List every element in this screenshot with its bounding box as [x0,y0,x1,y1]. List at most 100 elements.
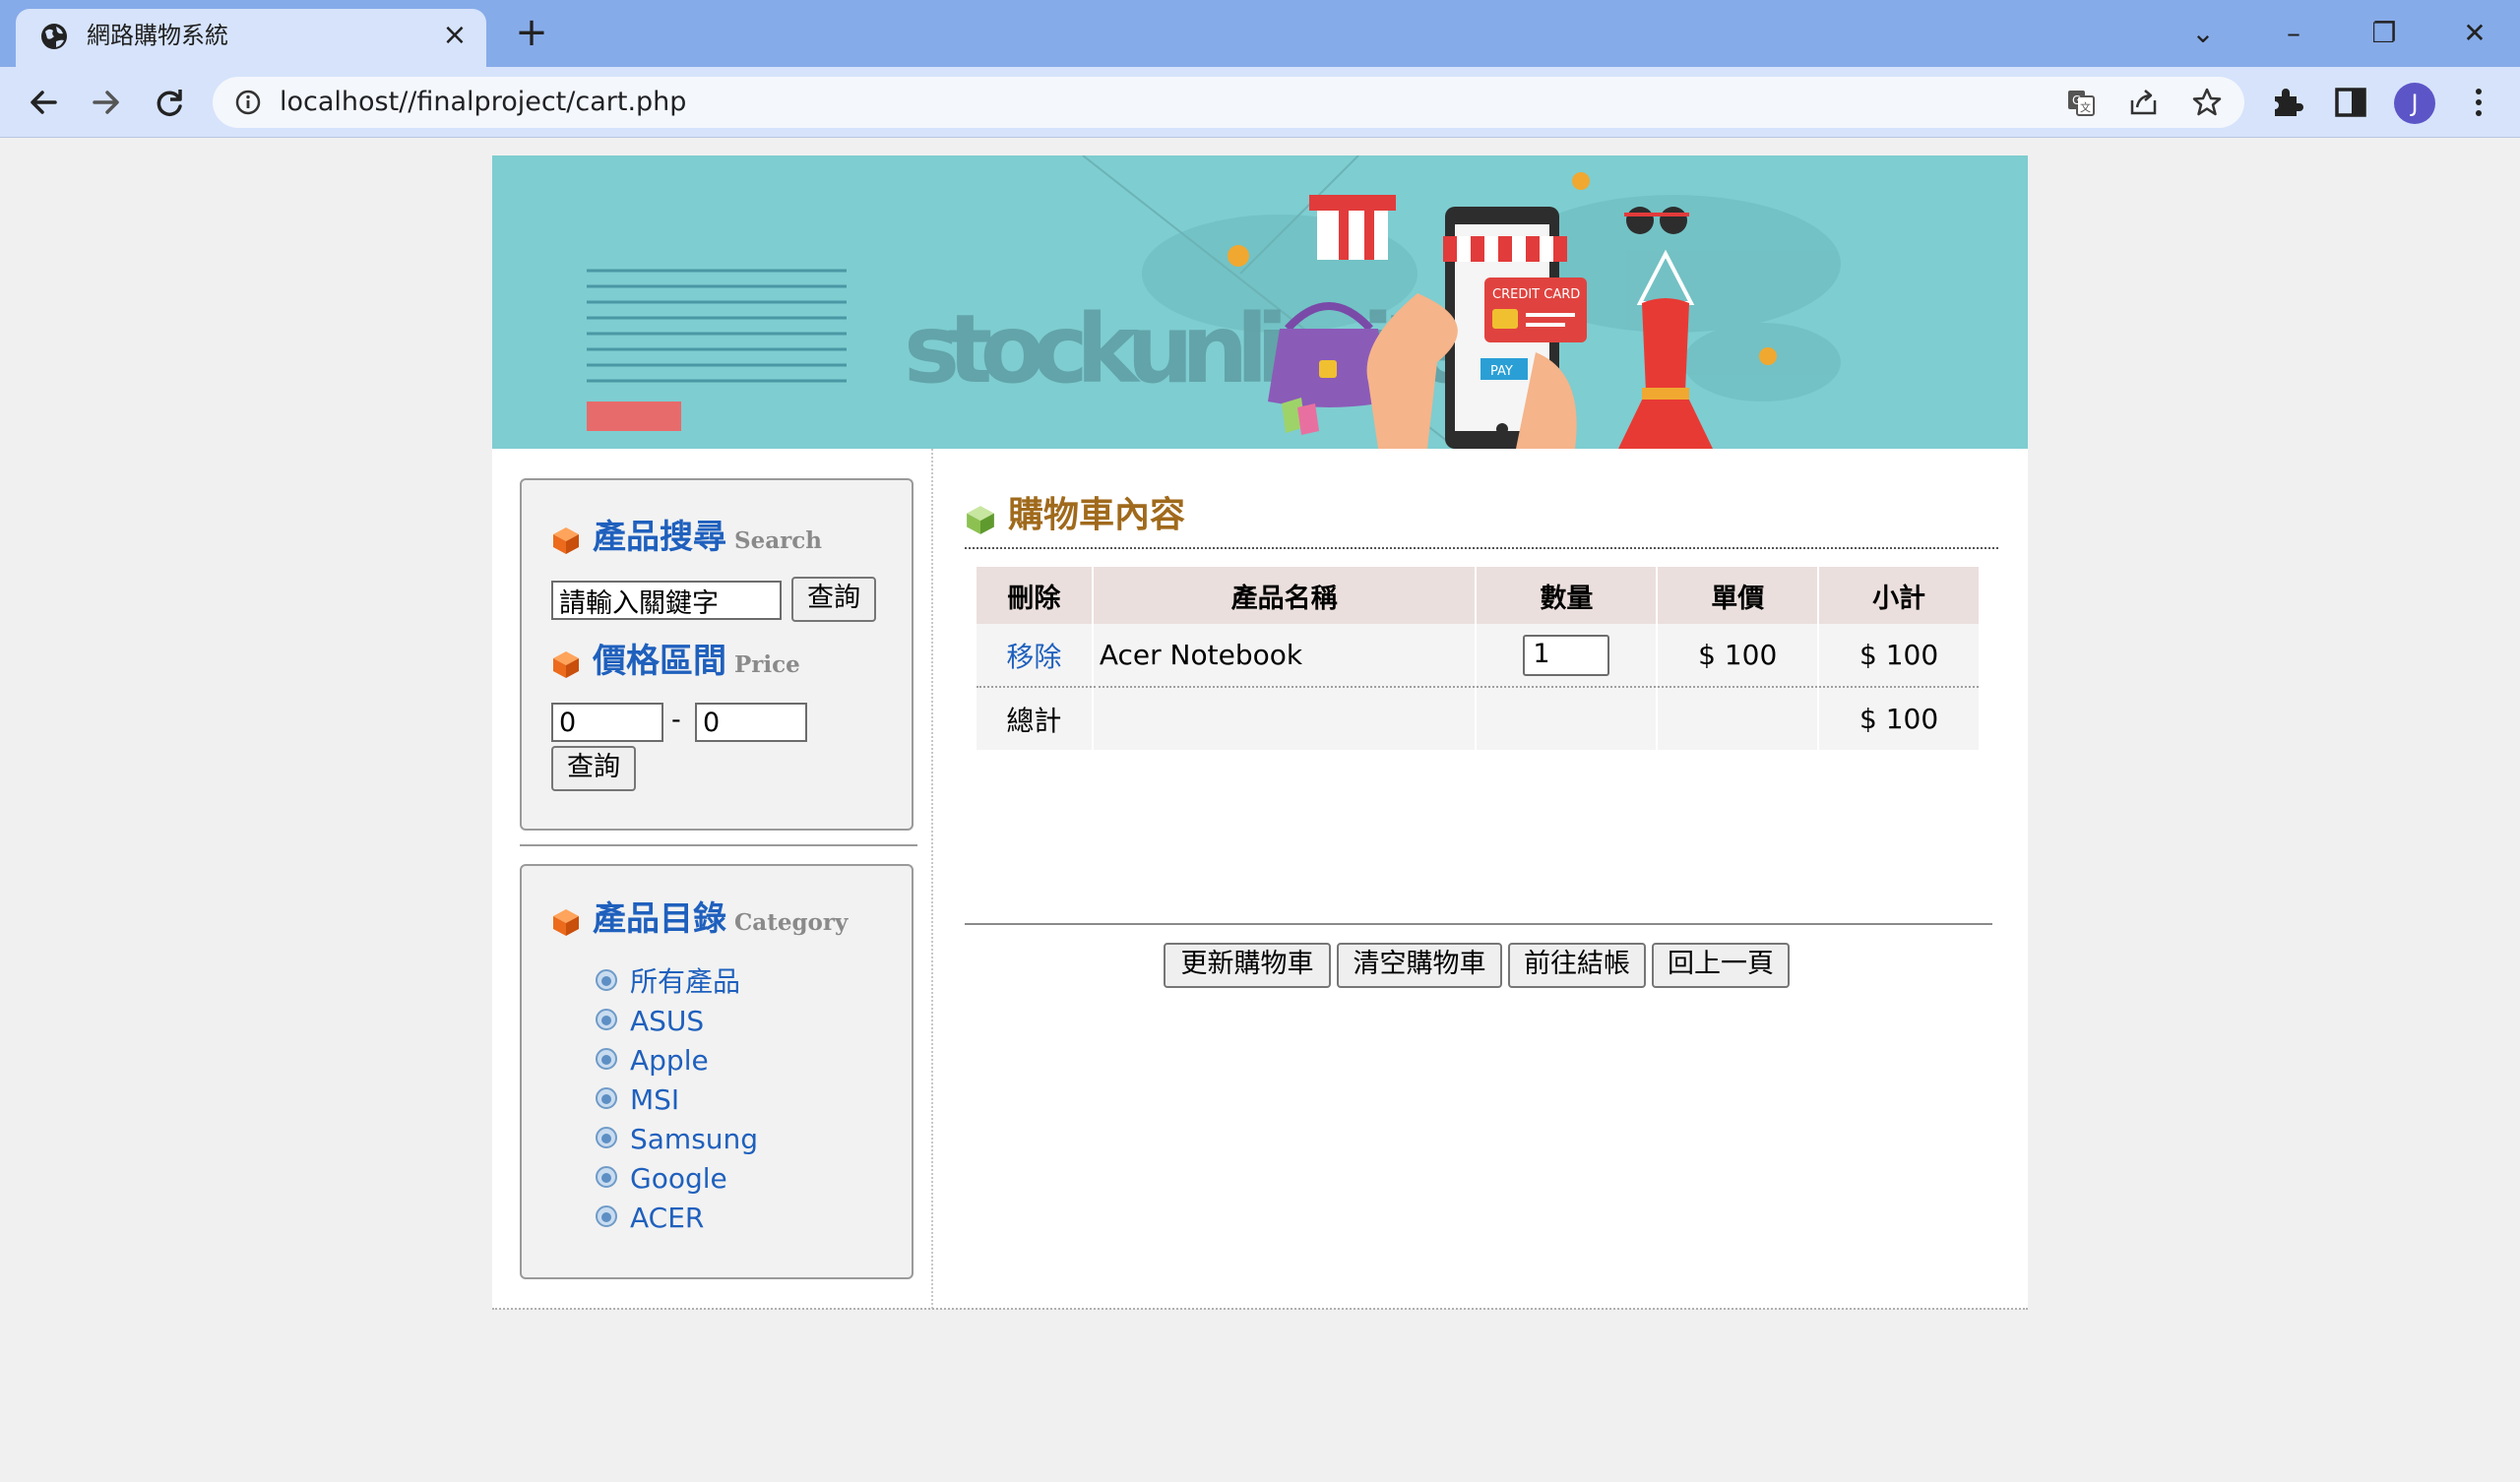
cube-icon [967,506,994,534]
quantity-cell: 1 [1476,624,1659,688]
column-header: 刪除 [976,567,1094,624]
restore-icon[interactable]: ❐ [2362,12,2406,55]
clear-cart-button[interactable]: 清空購物車 [1337,943,1502,988]
search-panel: 產品搜尋 Search 查詢 價格區間 Price - 查詢 [520,478,914,831]
close-window-icon[interactable]: ✕ [2453,12,2496,55]
banner-pay-text: PAY [1490,364,1513,379]
url-text: localhost//finalproject/cart.php [280,87,687,117]
sidebar: 產品搜尋 Search 查詢 價格區間 Price - 查詢 [492,449,933,1309]
quantity-input[interactable]: 1 [1523,634,1610,676]
cart-content: 購物車內容 刪除 產品名稱 數量 單價 小計 移除 Acer Notebook … [935,449,2028,1309]
category-subtitle: Category [734,909,849,936]
new-tab-button[interactable]: + [512,13,551,53]
bullet-icon [596,1087,617,1109]
category-item-apple[interactable]: Apple [593,1041,758,1081]
category-label[interactable]: 所有產品 [630,965,740,998]
remove-link[interactable]: 移除 [1006,641,1061,673]
empty-cell [1092,687,1478,750]
minimize-icon[interactable]: – [2272,12,2315,55]
price-max-input[interactable] [695,703,807,742]
category-title: 產品目錄 Category [593,899,848,943]
subtotal: $ 100 [1818,624,1981,688]
browser-tab[interactable]: 網路購物系統 × [16,9,486,67]
column-header: 產品名稱 [1092,567,1478,624]
forward-arrow-icon[interactable] [85,81,128,124]
search-button[interactable]: 查詢 [791,577,876,622]
search-title: 產品搜尋 Search [593,518,822,561]
category-item-all[interactable]: 所有產品 [593,962,758,1002]
star-icon[interactable] [2191,87,2223,118]
empty-cell [1476,687,1659,750]
globe-icon [41,24,67,49]
tab-search-icon[interactable]: ⌄ [2181,12,2225,55]
column-header: 小計 [1818,567,1981,624]
reload-icon[interactable] [148,81,191,124]
column-header: 單價 [1657,567,1820,624]
bullet-icon [596,1048,617,1070]
page-title: 購物車內容 [1008,495,1186,535]
price-min-input[interactable] [551,703,663,742]
address-bar[interactable]: localhost//finalproject/cart.php G 文 [213,77,2244,128]
more-menu-icon[interactable] [2461,85,2496,120]
cube-icon [553,651,579,678]
banner-image: stockunlimited PAY CREDIT CARD [492,155,2028,449]
table-divider [965,923,1992,925]
price-subtitle: Price [734,651,800,678]
page-bottom-border [492,1308,2028,1310]
cube-icon [553,909,579,936]
bullet-icon [596,1127,617,1148]
share-icon[interactable] [2128,87,2160,118]
browser-toolbar: localhost//finalproject/cart.php G 文 J [0,67,2520,138]
column-header: 數量 [1476,567,1659,624]
page-container: stockunlimited PAY CREDIT CARD [492,155,2028,1309]
price-title: 價格區間 Price [593,642,800,685]
remove-cell: 移除 [976,624,1094,688]
browser-tab-strip: 網路購物系統 × + ⌄ – ❐ ✕ [0,0,2520,67]
category-label[interactable]: ACER [630,1202,704,1234]
cube-icon [553,527,579,554]
translate-icon[interactable]: G 文 [2065,87,2097,118]
total-label: 總計 [976,687,1094,750]
side-panel-icon[interactable] [2333,85,2368,120]
cart-table: 刪除 產品名稱 數量 單價 小計 移除 Acer Notebook 1 $ 10… [976,567,1981,750]
category-label[interactable]: Google [630,1162,727,1195]
info-icon[interactable] [234,89,262,116]
search-input[interactable] [551,581,782,620]
category-item-asus[interactable]: ASUS [593,1002,758,1041]
category-label[interactable]: Apple [630,1044,709,1077]
category-item-samsung[interactable]: Samsung [593,1120,758,1159]
price-separator: - [671,705,681,735]
search-title-text: 產品搜尋 [593,518,726,557]
checkout-button[interactable]: 前往結帳 [1508,943,1646,988]
total-value: $ 100 [1818,687,1981,750]
category-label[interactable]: Samsung [630,1123,758,1155]
price-search-button[interactable]: 查詢 [551,746,636,791]
category-list: 所有產品 ASUS Apple MSI Samsung Google ACER [593,962,758,1238]
title-divider [965,547,1998,549]
category-item-google[interactable]: Google [593,1159,758,1199]
bullet-icon [596,1009,617,1030]
sidebar-divider [520,844,917,846]
search-subtitle: Search [734,527,822,554]
category-item-msi[interactable]: MSI [593,1081,758,1120]
unit-price: $ 100 [1657,624,1820,688]
tab-title: 網路購物系統 [87,22,228,49]
category-title-text: 產品目錄 [593,899,726,939]
update-cart-button[interactable]: 更新購物車 [1164,943,1331,988]
empty-cell [1657,687,1820,750]
category-label[interactable]: ASUS [630,1005,704,1037]
bullet-icon [596,1166,617,1188]
avatar[interactable]: J [2394,83,2435,124]
price-title-text: 價格區間 [593,642,726,681]
svg-text:文: 文 [2080,100,2091,114]
category-item-acer[interactable]: ACER [593,1199,758,1238]
bullet-icon [596,969,617,991]
back-arrow-icon[interactable] [22,81,65,124]
category-panel: 產品目錄 Category 所有產品 ASUS Apple MSI Samsung… [520,864,914,1279]
category-label[interactable]: MSI [630,1083,679,1116]
extensions-icon[interactable] [2270,85,2305,120]
tab-close-icon[interactable]: × [439,21,471,52]
back-button[interactable]: 回上一頁 [1652,943,1790,988]
banner-card-text: CREDIT CARD [1492,287,1580,302]
table-header-row: 刪除 產品名稱 數量 單價 小計 [976,567,1981,624]
